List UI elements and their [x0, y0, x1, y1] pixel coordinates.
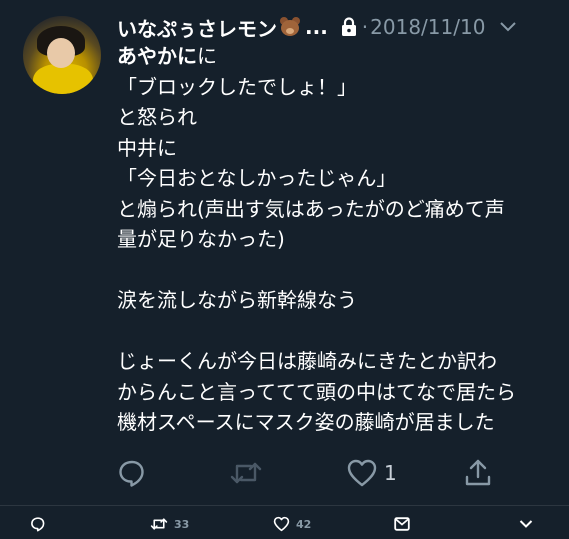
tweet-line: に [197, 44, 217, 68]
footer-like-count: 42 [296, 517, 312, 531]
tweet-line: と怒られ [117, 105, 197, 129]
footer-reply-button[interactable] [30, 514, 52, 534]
tweet-line: 「ブロックしたでしょ！」 [117, 74, 357, 99]
tweet-line: 機材スペースにマスク姿の藤崎が居ました [117, 410, 495, 434]
tweet-card[interactable]: いなぷぅさレモン ... · 2018/11/10 あやかにに 「ブロックしたで… [0, 0, 569, 505]
footer-retweet-count: 33 [174, 517, 190, 531]
tweet-line: と煽られ(声出す気はあったがのど痛めて声 [117, 196, 505, 221]
tweet-text: あやかにに 「ブロックしたでしょ！」 と怒られ 中井に 「今日おとなしかったじゃ… [117, 41, 557, 438]
retweet-icon [150, 518, 168, 530]
tweet-text-bold: あやかに [117, 44, 197, 68]
footer-more-button[interactable] [519, 514, 533, 534]
tweet-line: 量が足りなかった) [117, 227, 285, 251]
tweet-actions: 1 [117, 455, 557, 491]
reply-icon [31, 517, 45, 532]
reply-icon [119, 460, 144, 487]
tweet-line: 「今日おとなしかったじゃん」 [117, 166, 397, 190]
mail-icon [394, 517, 410, 531]
chevron-down-icon[interactable] [499, 21, 517, 33]
avatar-shirt [33, 64, 93, 94]
footer-retweet-button[interactable]: 33 [150, 514, 189, 534]
tweet-line: 中井に [117, 135, 177, 160]
retweet-button[interactable] [229, 455, 269, 491]
footer-like-button[interactable]: 42 [273, 514, 311, 534]
display-name[interactable]: いなぷぅさレモン [117, 13, 277, 42]
like-button[interactable]: 1 [346, 455, 397, 491]
like-icon [347, 459, 377, 487]
name-truncation: ... [305, 15, 328, 39]
like-count: 1 [384, 461, 397, 485]
footer-message-button[interactable] [394, 514, 410, 534]
avatar[interactable] [23, 16, 101, 94]
retweet-icon [230, 462, 262, 484]
share-icon [465, 459, 491, 486]
lock-icon [341, 17, 356, 36]
footer-bar: 33 42 [0, 505, 569, 539]
tweet-line: 涙を流しながら新幹線なう [117, 288, 357, 312]
tweet-header: いなぷぅさレモン ... · 2018/11/10 [117, 12, 557, 42]
bear-emoji-icon [279, 16, 301, 38]
separator: · [361, 15, 369, 39]
share-button[interactable] [463, 455, 499, 491]
tweet-date[interactable]: 2018/11/10 [370, 15, 485, 39]
like-icon [273, 516, 290, 532]
tweet-line: からんこと言っててて頭の中はてなで居たら [117, 379, 516, 404]
tweet-line: じょーくんが今日は藤崎みにきたとか訳わ [117, 349, 497, 373]
reply-button[interactable] [117, 455, 153, 491]
chevron-down-icon [519, 520, 533, 528]
avatar-face [47, 38, 75, 68]
